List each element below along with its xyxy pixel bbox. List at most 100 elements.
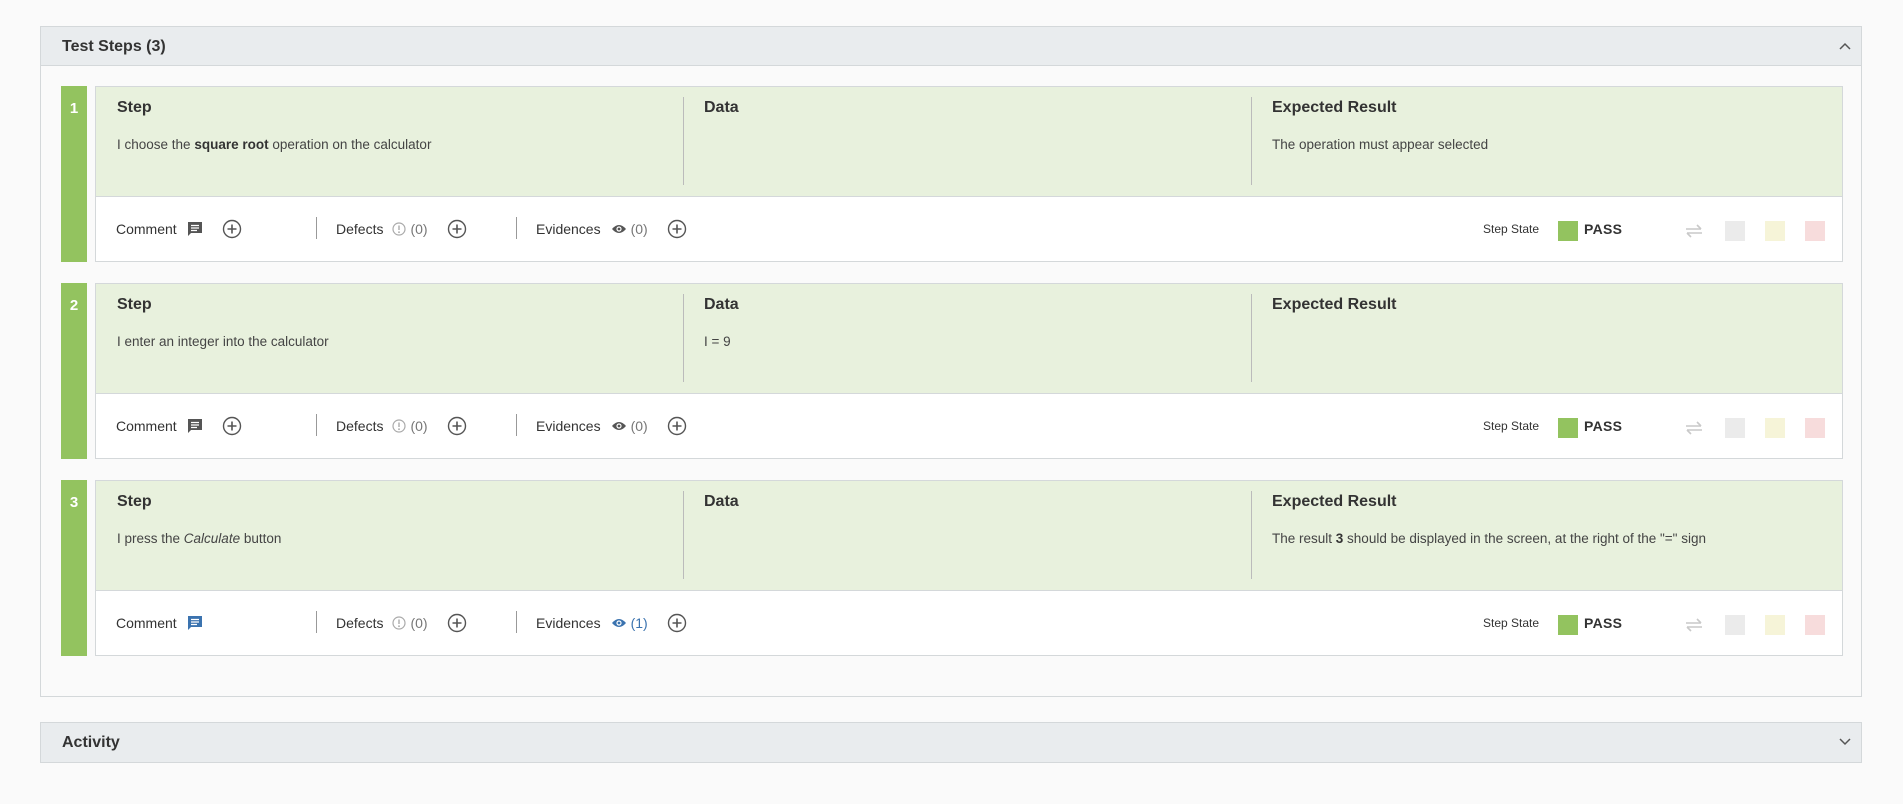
step-state-label: Step State [1483, 419, 1540, 433]
add-defect-button[interactable] [447, 416, 467, 436]
test-steps-title: Test Steps (3) [62, 38, 166, 55]
footer-divider [516, 217, 517, 239]
comment-label: Comment [116, 418, 177, 434]
executing-status-button[interactable] [1765, 221, 1785, 241]
step-column: Step I press the Calculate button [96, 481, 683, 591]
todo-status-button[interactable] [1725, 221, 1745, 241]
data-column-label: Data [704, 296, 739, 313]
defects-section: Defects (0) [336, 394, 467, 458]
eye-icon [611, 223, 627, 235]
add-evidence-button[interactable] [667, 613, 687, 633]
step-column-label: Step [117, 99, 152, 116]
step-column: Step I choose the square root operation … [96, 87, 683, 197]
step-footer: Comment Defects (0) [96, 591, 1842, 655]
footer-divider [516, 611, 517, 633]
step-action-text: I press the Calculate button [117, 531, 282, 546]
pass-status-swatch [1558, 221, 1578, 241]
add-defect-button[interactable] [447, 613, 467, 633]
step-column-label: Step [117, 296, 152, 313]
swap-arrows-icon[interactable] [1683, 418, 1705, 438]
exclamation-circle-icon [392, 419, 407, 433]
swap-arrows-icon[interactable] [1683, 615, 1705, 635]
fail-status-button[interactable] [1805, 221, 1825, 241]
evidences-section: Evidences (0) [536, 197, 687, 261]
footer-divider [316, 217, 317, 239]
step-action-text: I choose the square root operation on th… [117, 137, 432, 152]
defects-label: Defects [336, 221, 384, 237]
step-number: 1 [61, 86, 87, 262]
data-column: Data I = 9 [683, 284, 1251, 394]
add-defect-button[interactable] [447, 219, 467, 239]
footer-divider [516, 414, 517, 436]
todo-status-button[interactable] [1725, 615, 1745, 635]
evidences-count[interactable]: (0) [631, 221, 648, 237]
defects-label: Defects [336, 418, 384, 434]
step-content: Step I enter an integer into the calcula… [96, 284, 1842, 394]
defects-section: Defects (0) [336, 197, 467, 261]
pass-status-swatch [1558, 418, 1578, 438]
add-evidence-button[interactable] [667, 416, 687, 436]
test-step: 1 Step I choose the square root operatio… [61, 86, 1843, 262]
expected-result-label: Expected Result [1272, 99, 1397, 116]
chevron-down-icon[interactable] [1835, 732, 1855, 752]
step-state-label: Step State [1483, 222, 1540, 236]
step-footer: Comment Defects (0) [96, 394, 1842, 458]
test-steps-header[interactable]: Test Steps (3) [41, 27, 1861, 66]
step-content: Step I choose the square root operation … [96, 87, 1842, 197]
comment-section: Comment [116, 591, 203, 655]
pass-status-swatch [1558, 615, 1578, 635]
todo-status-button[interactable] [1725, 418, 1745, 438]
expected-result-column: Expected Result The result 3 should be d… [1251, 481, 1842, 591]
evidences-section: Evidences (0) [536, 394, 687, 458]
add-evidence-button[interactable] [667, 219, 687, 239]
activity-header[interactable]: Activity [41, 723, 1861, 762]
evidences-count[interactable]: (1) [631, 615, 648, 631]
step-number: 3 [61, 480, 87, 656]
expected-result-text: The result 3 should be displayed in the … [1272, 531, 1706, 546]
step-number: 2 [61, 283, 87, 459]
footer-divider [316, 611, 317, 633]
expected-result-text: The operation must appear selected [1272, 137, 1489, 152]
step-action-text: I enter an integer into the calculator [117, 334, 329, 349]
expected-result-column: Expected Result The operation must appea… [1251, 87, 1842, 197]
comment-icon[interactable] [187, 221, 203, 237]
comment-icon[interactable] [187, 418, 203, 434]
evidences-label: Evidences [536, 615, 601, 631]
step-card: Step I choose the square root operation … [95, 86, 1843, 262]
fail-status-button[interactable] [1805, 418, 1825, 438]
expected-result-label: Expected Result [1272, 296, 1397, 313]
fail-status-button[interactable] [1805, 615, 1825, 635]
defects-count[interactable]: (0) [410, 221, 427, 237]
step-footer: Comment Defects (0) [96, 197, 1842, 261]
executing-status-button[interactable] [1765, 418, 1785, 438]
defects-count[interactable]: (0) [410, 615, 427, 631]
evidences-label: Evidences [536, 221, 601, 237]
step-state-value: PASS [1584, 221, 1623, 237]
defects-label: Defects [336, 615, 384, 631]
add-comment-button[interactable] [222, 219, 242, 239]
exclamation-circle-icon [392, 222, 407, 236]
executing-status-button[interactable] [1765, 615, 1785, 635]
evidences-count[interactable]: (0) [631, 418, 648, 434]
step-state-label: Step State [1483, 616, 1540, 630]
test-step: 2 Step I enter an integer into the calcu… [61, 283, 1843, 459]
step-data-text: I = 9 [704, 334, 731, 349]
exclamation-circle-icon [392, 616, 407, 630]
eye-icon[interactable] [611, 617, 627, 629]
swap-arrows-icon[interactable] [1683, 221, 1705, 241]
data-column: Data [683, 87, 1251, 197]
chevron-up-icon[interactable] [1835, 36, 1855, 56]
comment-label: Comment [116, 221, 177, 237]
step-column: Step I enter an integer into the calcula… [96, 284, 683, 394]
add-comment-button[interactable] [222, 416, 242, 436]
comment-label: Comment [116, 615, 177, 631]
data-column-label: Data [704, 99, 739, 116]
footer-divider [316, 414, 317, 436]
comment-icon[interactable] [187, 615, 203, 631]
comment-section: Comment [116, 394, 242, 458]
defects-count[interactable]: (0) [410, 418, 427, 434]
eye-icon [611, 420, 627, 432]
activity-panel: Activity [40, 722, 1862, 763]
step-card: Step I press the Calculate button Data E… [95, 480, 1843, 656]
step-content: Step I press the Calculate button Data E… [96, 481, 1842, 591]
